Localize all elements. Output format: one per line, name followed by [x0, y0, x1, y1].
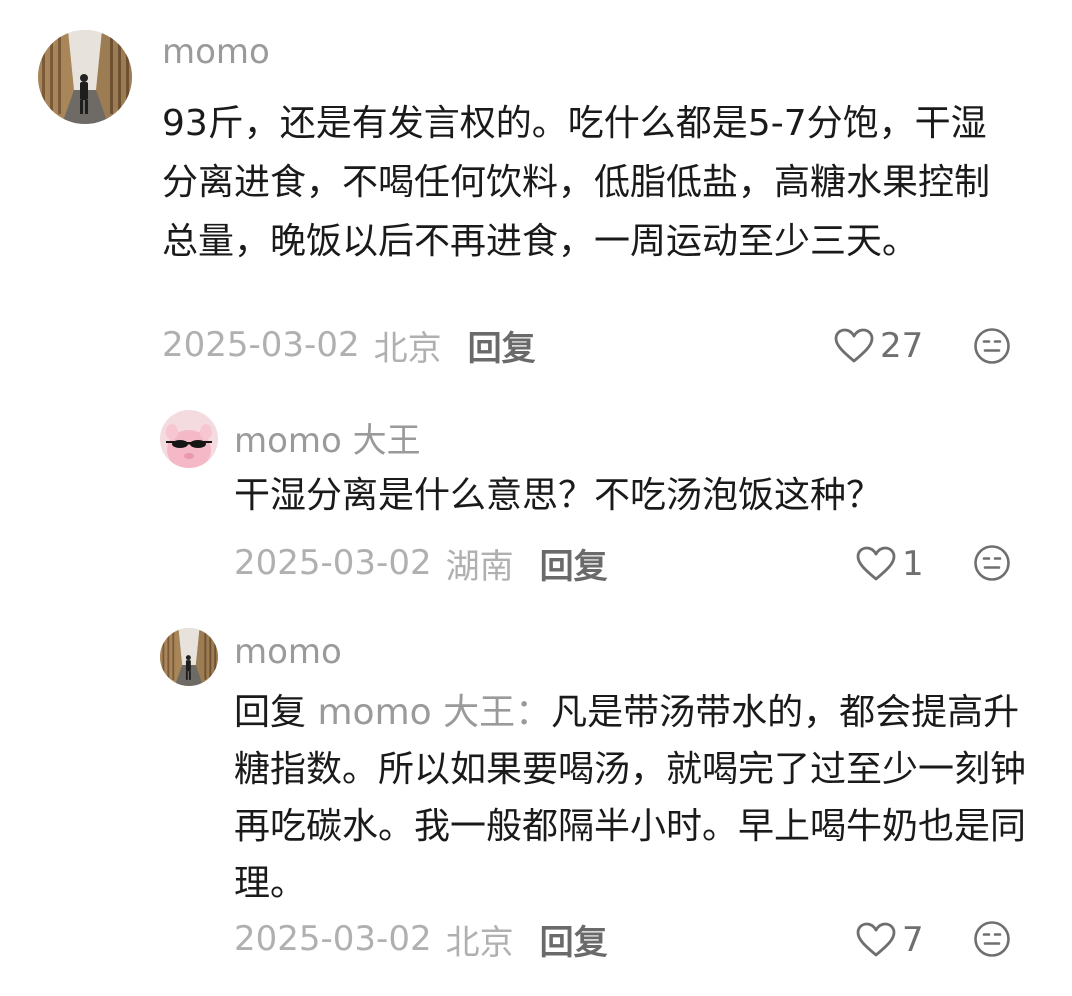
neutral-face-icon: [974, 921, 1010, 957]
like-button[interactable]: 1: [856, 542, 924, 586]
comment-username[interactable]: momo: [234, 632, 342, 672]
reply-item: momo 回复 momo 大王：凡是带汤带水的，都会提高升糖指数。所以如果要喝汤…: [0, 610, 1072, 996]
avatar-image: [160, 628, 218, 686]
user-avatar[interactable]: [160, 410, 218, 468]
comment-text: 93斤，还是有发言权的。吃什么都是5-7分饱，干湿分离进食，不喝任何饮料，低脂低…: [162, 103, 991, 262]
reaction-button[interactable]: [973, 920, 1011, 958]
comment-date: 2025-03-02: [234, 919, 432, 959]
reply-button[interactable]: 回复: [540, 539, 608, 588]
reaction-button[interactable]: [973, 544, 1011, 582]
like-count: 1: [902, 544, 924, 584]
reply-target-username[interactable]: momo 大王：: [317, 692, 551, 733]
avatar-image: [38, 30, 132, 124]
comment-username[interactable]: momo 大王: [234, 413, 421, 462]
comment-item: momo 93斤，还是有发言权的。吃什么都是5-7分饱，干湿分离进食，不喝任何饮…: [0, 0, 1072, 390]
reply-item: momo 大王 干湿分离是什么意思？不吃汤泡饭这种？ 2025-03-02 湖南…: [0, 395, 1072, 605]
comment-text: 回复 momo 大王：凡是带汤带水的，都会提高升糖指数。所以如果要喝汤，就喝完了…: [234, 684, 1034, 912]
like-button[interactable]: 7: [856, 918, 924, 962]
comment-location: 北京: [373, 328, 442, 369]
avatar-image: [160, 410, 218, 468]
reply-prefix: 回复: [234, 692, 307, 733]
heart-outline-icon: [856, 546, 896, 581]
user-avatar[interactable]: [160, 628, 218, 686]
reaction-button[interactable]: [973, 327, 1011, 365]
reply-button[interactable]: 回复: [540, 915, 608, 964]
reply-button[interactable]: 回复: [468, 321, 536, 370]
like-button[interactable]: 27: [834, 324, 923, 368]
heart-outline-icon: [834, 328, 874, 363]
neutral-face-icon: [974, 545, 1010, 581]
heart-outline-icon: [856, 922, 896, 957]
user-avatar[interactable]: [38, 30, 132, 124]
comment-location: 北京: [445, 922, 514, 963]
comment-text: 干湿分离是什么意思？不吃汤泡饭这种？: [234, 475, 883, 516]
comment-date: 2025-03-02: [162, 325, 360, 365]
comment-meta: 2025-03-02 北京 回复: [234, 915, 608, 964]
comment-location: 湖南: [445, 546, 514, 587]
comment-username[interactable]: momo: [162, 32, 270, 72]
comment-meta: 2025-03-02 湖南 回复: [234, 539, 608, 588]
like-count: 27: [880, 326, 924, 366]
comment-meta: 2025-03-02 北京 回复: [162, 321, 536, 370]
comment-date: 2025-03-02: [234, 543, 432, 583]
neutral-face-icon: [974, 328, 1010, 364]
like-count: 7: [902, 920, 924, 960]
